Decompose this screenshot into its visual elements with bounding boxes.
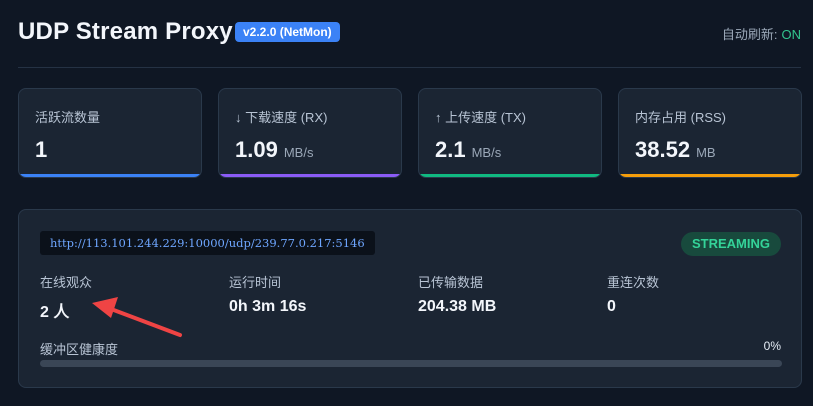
metric-number: 2.1: [435, 137, 466, 162]
metric-label: 内存占用 (RSS): [635, 110, 727, 125]
metric-value: 1.09 MB/s: [235, 137, 313, 163]
stat-label: 已传输数据: [418, 275, 484, 290]
arrow-shaft: [109, 307, 182, 337]
metric-accent-bar: [219, 174, 401, 177]
metric-unit: MB: [696, 145, 716, 160]
stat-value: 0h 3m 16s: [229, 298, 307, 315]
metric-accent-bar: [619, 174, 801, 177]
app-header: UDP Stream Proxy v2.2.0 (NetMon) 自动刷新: ON: [18, 18, 801, 48]
stream-status-badge: STREAMING: [681, 232, 781, 256]
metric-number: 1.09: [235, 137, 278, 162]
metric-label: 活跃流数量: [35, 110, 101, 125]
metric-label: ↓ 下载速度 (RX): [235, 110, 328, 125]
metric-accent-bar: [19, 174, 201, 177]
metric-number: 1: [35, 137, 48, 162]
active-streams-card: 活跃流数量 1: [18, 88, 202, 178]
app-title: UDP Stream Proxy: [18, 18, 233, 45]
memory-usage-card: 内存占用 (RSS) 38.52 MB: [618, 88, 802, 178]
version-badge: v2.2.0 (NetMon): [235, 22, 340, 42]
download-speed-card: ↓ 下载速度 (RX) 1.09 MB/s: [218, 88, 402, 178]
metric-value: 38.52 MB: [635, 137, 716, 163]
reconnect-count-stat: 重连次数 0: [607, 272, 659, 316]
auto-refresh-status: ON: [781, 27, 802, 42]
metric-number: 38.52: [635, 137, 691, 162]
metric-accent-bar: [419, 174, 601, 177]
metric-value: 2.1 MB/s: [435, 137, 501, 163]
upload-speed-card: ↑ 上传速度 (TX) 2.1 MB/s: [418, 88, 602, 178]
arrow-head: [92, 297, 118, 318]
metric-unit: MB/s: [471, 145, 502, 160]
red-arrow-icon: [92, 297, 182, 337]
stat-value: 204.38 MB: [418, 298, 497, 315]
metric-label: ↑ 上传速度 (TX): [435, 110, 526, 125]
header-divider: [18, 67, 801, 68]
stat-value: 0: [607, 298, 616, 315]
buffer-health-percent: 0%: [763, 339, 781, 353]
uptime-stat: 运行时间 0h 3m 16s: [229, 272, 306, 316]
auto-refresh-indicator[interactable]: 自动刷新: ON: [722, 24, 801, 43]
stat-label: 运行时间: [229, 275, 282, 290]
metric-unit: MB/s: [283, 145, 314, 160]
stat-label: 重连次数: [607, 275, 660, 290]
stream-url[interactable]: http://113.101.244.229:10000/udp/239.77.…: [40, 231, 375, 255]
buffer-health-bar: [40, 360, 782, 367]
auto-refresh-label: 自动刷新:: [721, 27, 778, 42]
stat-label: 在线观众: [40, 275, 93, 290]
metric-value: 1: [35, 137, 53, 163]
transferred-data-stat: 已传输数据 204.38 MB: [418, 272, 496, 316]
